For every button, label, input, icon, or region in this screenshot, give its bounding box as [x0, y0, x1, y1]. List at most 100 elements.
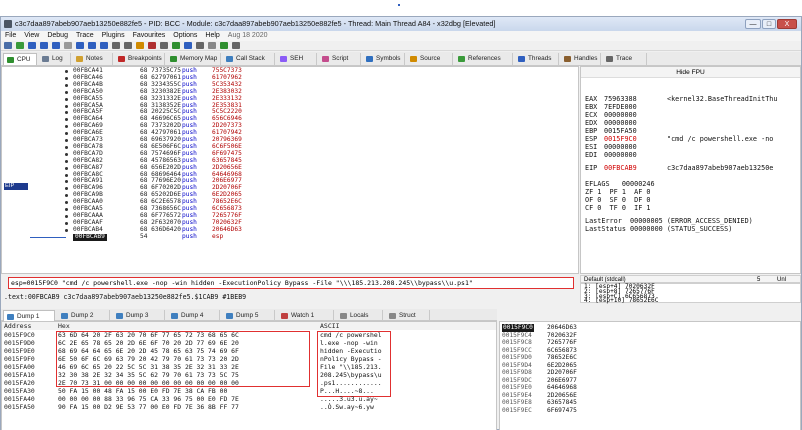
- menu-debug[interactable]: Debug: [43, 31, 72, 41]
- toolbar-button-19[interactable]: [220, 42, 228, 49]
- tab-memory-map[interactable]: Memory Map: [167, 53, 221, 65]
- register-eip[interactable]: EIP 00FBCAB9 c3c7daa897abeb907aeb13250e: [585, 164, 773, 172]
- tab-breakpoints[interactable]: Breakpoints: [115, 53, 165, 65]
- breakpoint-dot-icon: [65, 70, 68, 73]
- breakpoint-dot-icon: [65, 152, 68, 156]
- disasm-row[interactable]: 00FBCAB9 54 push esp: [2, 233, 578, 241]
- stack-address: 0015F9D8: [502, 369, 532, 376]
- dump-row[interactable]: 0015F9D0 6C 2E 65 78 65 20 2D 6E 6F 70 20…: [2, 339, 496, 347]
- register-esp[interactable]: ESP 0015F9C0 "cmd /c powershell.exe -no: [585, 135, 773, 143]
- tab-threads[interactable]: Threads: [515, 53, 559, 65]
- register-eax[interactable]: EAX 75963388 <kernel32.BaseThreadInitThu: [585, 95, 778, 103]
- toolbar-button-11[interactable]: [124, 42, 132, 49]
- dump-row[interactable]: 0015F9E0 68 69 64 64 65 6E 20 2D 45 78 65…: [2, 347, 496, 355]
- register-esi[interactable]: ESI 00000000: [585, 143, 637, 151]
- dump-row[interactable]: 0015FA00 46 69 6C 65 20 22 5C 5C 31 38 35…: [2, 363, 496, 371]
- toolbar-button-5[interactable]: [52, 42, 60, 49]
- stack-address: 0015F9D0: [502, 354, 532, 361]
- breakpoint-dot-icon: [65, 187, 68, 191]
- maximize-button[interactable]: □: [762, 19, 776, 29]
- register-ebx[interactable]: EBX 7EFDE000: [585, 103, 637, 111]
- toolbar-button-1[interactable]: [4, 42, 12, 49]
- toolbar-button-3[interactable]: [28, 42, 36, 49]
- dump-hex: 63 6D 64 20 2F 63 20 70 6F 77 65 72 73 6…: [58, 331, 239, 339]
- toolbar-button-20[interactable]: [232, 42, 240, 49]
- toolbar-button-13[interactable]: [148, 42, 156, 49]
- dump-address: 0015FA40: [4, 395, 35, 403]
- hide-fpu-button[interactable]: Hide FPU: [581, 67, 800, 78]
- dump-ascii: nPolicy Bypass -: [320, 355, 382, 363]
- register-ebp[interactable]: EBP 0015FA50: [585, 127, 637, 135]
- tab-seh[interactable]: SEH: [277, 53, 317, 65]
- toolbar-button-12[interactable]: [136, 42, 144, 49]
- tab-cpu[interactable]: CPU: [3, 53, 37, 65]
- toolbar-button-8[interactable]: [88, 42, 96, 49]
- tab-log[interactable]: Log: [39, 53, 71, 65]
- register-value: 00000000: [604, 151, 637, 159]
- stack-address: 0015F9E0: [502, 384, 532, 391]
- tab-source[interactable]: Source: [407, 53, 453, 65]
- register-value: 7EFDE000: [604, 103, 637, 111]
- menu-file[interactable]: File: [1, 31, 20, 41]
- breakpoint-dot-icon: [65, 214, 68, 218]
- menu-options[interactable]: Options: [169, 31, 201, 41]
- hex-dump-pane[interactable]: Address Hex ASCII 0015F9C0 63 6D 64 20 2F…: [1, 321, 497, 430]
- toolbar-button-9[interactable]: [100, 42, 108, 49]
- flags-line[interactable]: CF 0 TF 0 IF 1: [585, 204, 650, 212]
- tab-label: Symbols: [376, 55, 401, 62]
- dump-row[interactable]: 0015FA20 2E 70 73 31 00 00 00 00 00 00 00…: [2, 379, 496, 387]
- stack-address: 0015F9CC: [502, 346, 532, 354]
- toolbar-button-10[interactable]: [112, 42, 120, 49]
- tab-symbols[interactable]: Symbols: [363, 53, 405, 65]
- dump-row[interactable]: 0015F9C0 63 6D 64 20 2F 63 20 70 6F 77 65…: [2, 331, 496, 339]
- toolbar-button-18[interactable]: [208, 42, 216, 49]
- registers-pane[interactable]: Hide FPU EAX 75963388 <kernel32.BaseThread…: [580, 66, 801, 274]
- flags-line[interactable]: ZF 1 PF 1 AF 0: [585, 188, 650, 196]
- flags-line[interactable]: OF 0 SF 0 DF 0: [585, 196, 650, 204]
- tab-references[interactable]: References: [455, 53, 513, 65]
- close-button[interactable]: X: [777, 19, 797, 29]
- register-edi[interactable]: EDI 00000000: [585, 151, 637, 159]
- disassembly-pane[interactable]: 00FBCA41 68 73735C75 push 755C7373 00FBCA46 6…: [1, 66, 579, 274]
- breakpoint-dot-icon: [65, 97, 68, 101]
- dump-row[interactable]: 0015FA30 50 FA 15 00 48 FA 15 00 E0 FD 7E…: [2, 387, 496, 395]
- tab-label: Memory Map: [180, 55, 218, 62]
- register-edx[interactable]: EDX 00000000: [585, 119, 637, 127]
- dump-row[interactable]: 0015F9F0 6E 50 6F 6C 69 63 79 20 42 79 70…: [2, 355, 496, 363]
- tab-notes[interactable]: Notes: [73, 53, 113, 65]
- register-ecx[interactable]: ECX 00000000: [585, 111, 637, 119]
- tab-call-stack[interactable]: Call Stack: [223, 53, 275, 65]
- stack-pane[interactable]: 0015F9C0 20646D63 0015F9C4 7020632F 0015F9C8…: [499, 321, 801, 430]
- dump-tab-label: Locals: [350, 312, 369, 319]
- dump-col-hex: Hex: [56, 322, 316, 330]
- toolbar-button-16[interactable]: [184, 42, 192, 49]
- toolbar-button-14[interactable]: [160, 42, 168, 49]
- dump-row[interactable]: 0015FA50 90 FA 15 00 D2 9E 53 77 00 E0 FD…: [2, 403, 496, 411]
- dump-tab-label: Dump 5: [236, 312, 259, 319]
- dump-row[interactable]: 0015FA10 32 30 38 2E 32 34 35 5C 62 79 70…: [2, 371, 496, 379]
- tab-handles[interactable]: Handles: [561, 53, 601, 65]
- tab-trace[interactable]: Trace: [603, 53, 647, 65]
- dump-hex: 00 00 00 00 88 33 96 75 CA 33 96 75 00 E…: [58, 395, 239, 403]
- trace-icon: [606, 56, 613, 62]
- toolbar-button-7[interactable]: [76, 42, 84, 49]
- stack-value: 6C656873: [547, 346, 577, 354]
- tab-script[interactable]: Script: [319, 53, 361, 65]
- tab-label: References: [468, 55, 501, 62]
- dump-hex: 90 FA 15 00 D2 9E 53 77 00 E0 FD 7E 36 8…: [58, 403, 239, 411]
- menu-view[interactable]: View: [20, 31, 43, 41]
- dump-tab-label: Dump 1: [17, 313, 40, 320]
- toolbar-button-17[interactable]: [196, 42, 204, 49]
- register-name: ESI: [585, 143, 598, 151]
- toolbar-button-15[interactable]: [172, 42, 180, 49]
- menu-plugins[interactable]: Plugins: [98, 31, 129, 41]
- stack-address: 0015F9EC: [502, 406, 532, 414]
- toolbar-button-4[interactable]: [40, 42, 48, 49]
- menu-trace[interactable]: Trace: [72, 31, 98, 41]
- menu-favourites[interactable]: Favourites: [129, 31, 170, 41]
- dump-row[interactable]: 0015FA40 00 00 00 00 88 33 96 75 CA 33 96…: [2, 395, 496, 403]
- minimize-button[interactable]: —: [745, 19, 761, 29]
- toolbar-button-6[interactable]: [64, 42, 72, 49]
- toolbar-button-2[interactable]: [16, 42, 24, 49]
- menu-help[interactable]: Help: [201, 31, 223, 41]
